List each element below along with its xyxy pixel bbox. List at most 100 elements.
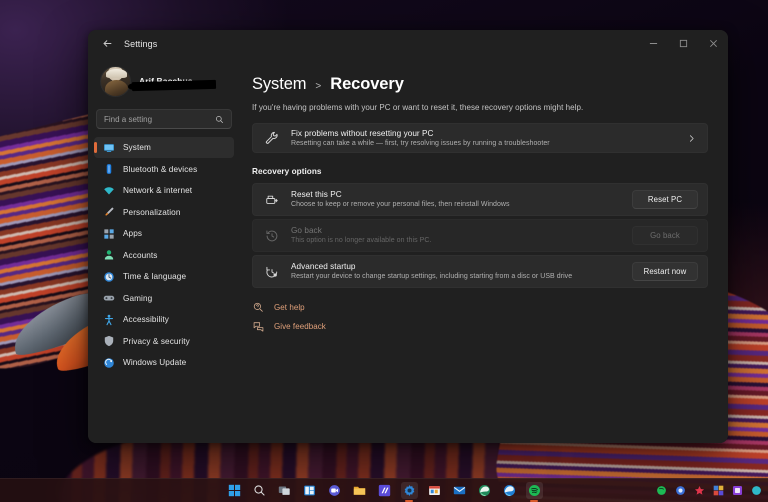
tray-color-app[interactable] <box>712 485 724 497</box>
option-subtitle: This option is no longer available on th… <box>291 236 632 246</box>
banner-title: Fix problems without resetting your PC <box>291 128 679 139</box>
sidebar-label: Personalization <box>123 208 180 217</box>
help-icon <box>252 302 265 313</box>
microsoft-store-button[interactable] <box>426 482 443 499</box>
sidebar-label: Privacy & security <box>123 337 190 346</box>
search-icon <box>253 484 266 497</box>
settings-taskbar-button[interactable] <box>401 482 418 499</box>
mail-icon <box>453 484 466 497</box>
sidebar-item-system[interactable]: System <box>94 137 234 158</box>
reset-pc-icon <box>264 193 280 207</box>
mail-button[interactable] <box>451 482 468 499</box>
tray-purple-app[interactable] <box>731 485 743 497</box>
option-go-back: Go back This option is no longer availab… <box>252 219 708 252</box>
sidebar-label: System <box>123 143 151 152</box>
option-subtitle: Restart your device to change startup se… <box>291 272 632 282</box>
widgets-button[interactable] <box>301 482 318 499</box>
sidebar-item-apps[interactable]: Apps <box>94 223 234 244</box>
taskbar <box>0 478 768 502</box>
breadcrumb-separator: > <box>315 81 321 92</box>
close-icon[interactable] <box>698 30 728 57</box>
sidebar-label: Time & language <box>123 272 186 281</box>
wrench-icon <box>264 131 280 145</box>
get-help-link[interactable]: Get help <box>252 302 708 313</box>
tray-blue-app[interactable] <box>674 485 686 497</box>
user-profile[interactable]: Arif Bacchus <box>94 57 234 101</box>
option-title: Reset this PC <box>291 189 632 200</box>
main-content: System > Recovery If you're having probl… <box>240 57 728 443</box>
back-arrow-icon[interactable] <box>94 34 120 54</box>
cyan-icon <box>751 485 762 496</box>
feedback-icon <box>252 321 265 332</box>
restart-now-button[interactable]: Restart now <box>632 262 698 281</box>
tray-red-app[interactable] <box>693 485 705 497</box>
edge-dev-button[interactable] <box>476 482 493 499</box>
option-advanced-startup[interactable]: Advanced startup Restart your device to … <box>252 255 708 288</box>
give-feedback-link[interactable]: Give feedback <box>252 321 708 332</box>
bluetooth-icon <box>102 163 115 176</box>
task-view-icon <box>278 484 291 497</box>
sidebar-label: Apps <box>123 229 142 238</box>
file-explorer-button[interactable] <box>351 482 368 499</box>
sidebar-item-gaming[interactable]: Gaming <box>94 288 234 309</box>
paintbrush-icon <box>102 206 115 219</box>
store-icon <box>428 484 441 497</box>
chevron-right-icon[interactable] <box>687 134 696 143</box>
section-title: Recovery options <box>252 167 708 176</box>
edge-button[interactable] <box>501 482 518 499</box>
green-circle-icon <box>656 485 667 496</box>
fix-problems-banner[interactable]: Fix problems without resetting your PC R… <box>252 123 708 153</box>
settings-window: Settings Arif Bacchus <box>88 30 728 443</box>
minimize-icon[interactable] <box>638 30 668 57</box>
breadcrumb: System > Recovery <box>252 75 708 94</box>
blue-circle-icon <box>675 485 686 496</box>
restart-clock-icon <box>264 265 280 279</box>
gamepad-icon <box>102 292 115 305</box>
page-title: Recovery <box>330 75 404 94</box>
maximize-icon[interactable] <box>668 30 698 57</box>
sidebar-item-windows-update[interactable]: Windows Update <box>94 352 234 373</box>
task-view-button[interactable] <box>276 482 293 499</box>
sidebar: Arif Bacchus System <box>88 57 240 443</box>
update-icon <box>102 356 115 369</box>
search-setting-box[interactable] <box>96 109 232 129</box>
purple-app-button[interactable] <box>376 482 393 499</box>
history-clock-icon <box>264 229 280 243</box>
search-input[interactable] <box>104 115 215 124</box>
shield-icon <box>102 335 115 348</box>
apps-grid-icon <box>102 227 115 240</box>
sidebar-label: Gaming <box>123 294 152 303</box>
reset-pc-button[interactable]: Reset PC <box>632 190 698 209</box>
monitor-icon <box>102 141 115 154</box>
link-label: Give feedback <box>274 322 326 331</box>
folder-icon <box>353 484 366 497</box>
window-titlebar: Settings <box>88 30 728 57</box>
sidebar-label: Windows Update <box>123 358 186 367</box>
sidebar-label: Accessibility <box>123 315 169 324</box>
sidebar-label: Network & internet <box>123 186 192 195</box>
breadcrumb-parent[interactable]: System <box>252 75 306 94</box>
windows-logo-icon <box>228 484 241 497</box>
spotify-icon <box>528 484 541 497</box>
sidebar-item-time-language[interactable]: Time & language <box>94 266 234 287</box>
avatar <box>100 66 131 97</box>
option-title: Go back <box>291 225 632 236</box>
sidebar-item-privacy-security[interactable]: Privacy & security <box>94 331 234 352</box>
redacted-email-bar <box>132 80 216 91</box>
tray-green-app[interactable] <box>655 485 667 497</box>
edge-icon <box>503 484 516 497</box>
start-button[interactable] <box>226 482 243 499</box>
sidebar-nav: System Bluetooth & devices Network & int… <box>94 137 234 374</box>
sidebar-item-accounts[interactable]: Accounts <box>94 245 234 266</box>
option-reset-this-pc[interactable]: Reset this PC Choose to keep or remove y… <box>252 183 708 216</box>
chat-button[interactable] <box>326 482 343 499</box>
spotify-button[interactable] <box>526 482 543 499</box>
sidebar-item-accessibility[interactable]: Accessibility <box>94 309 234 330</box>
tray-cyan-app[interactable] <box>750 485 762 497</box>
sidebar-item-bluetooth-devices[interactable]: Bluetooth & devices <box>94 159 234 180</box>
sidebar-item-network-internet[interactable]: Network & internet <box>94 180 234 201</box>
wifi-icon <box>102 184 115 197</box>
sidebar-item-personalization[interactable]: Personalization <box>94 202 234 223</box>
search-taskbar-button[interactable] <box>251 482 268 499</box>
multicolor-icon <box>713 485 724 496</box>
